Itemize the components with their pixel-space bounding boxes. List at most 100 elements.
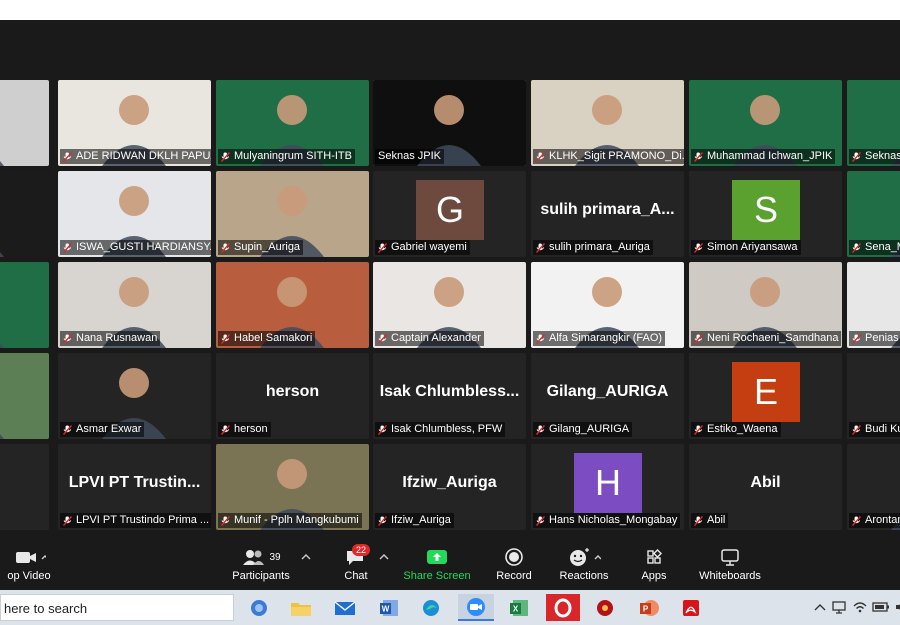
meeting-toolbar: op Video 39 Participants 22 Chat Share S… bbox=[0, 542, 900, 590]
participant-name-text: Habel Samakori bbox=[234, 332, 313, 344]
participant-name-text: Budi Ku bbox=[865, 423, 900, 435]
cortana-icon bbox=[251, 599, 267, 616]
person-silhouette-icon bbox=[0, 343, 4, 348]
participant-avatar: H bbox=[574, 453, 642, 513]
participant-tile[interactable]: Gilang_AURIGA Gilang_AURIGA bbox=[531, 353, 684, 439]
participant-tile[interactable]: KLHK_Sigit PRAMONO_Di... bbox=[531, 80, 684, 166]
chevron-up-icon bbox=[379, 554, 389, 560]
gallery-view: u ADE RIDWAN DKLH PAPUA Mulyaningrum SITH-… bbox=[0, 20, 900, 542]
participant-tile[interactable]: Seknas bbox=[847, 80, 900, 166]
participant-name-label: Alfa Simarangkir (FAO) bbox=[533, 331, 666, 346]
svg-text:P: P bbox=[643, 604, 649, 613]
participant-name-label: LPVI PT Trustindo Prima ... bbox=[60, 513, 211, 528]
envelope-icon bbox=[334, 600, 356, 615]
participant-name-text: Neni Rochaeni_Samdhana bbox=[707, 332, 839, 344]
participant-tile[interactable]: Supin_Auriga bbox=[216, 171, 369, 257]
apps-button[interactable]: Apps bbox=[634, 546, 674, 582]
participant-name-label: Neni Rochaeni_Samdhana bbox=[691, 331, 842, 346]
participant-tile[interactable]: ISWA_GUSTI HARDIANSY... bbox=[58, 171, 211, 257]
participant-tile[interactable]: sulih primara_A... sulih primara_Auriga bbox=[531, 171, 684, 257]
participant-name-text: ADE RIDWAN DKLH PAPUA bbox=[76, 150, 211, 162]
acrobat-icon[interactable] bbox=[676, 594, 706, 621]
reactions-button[interactable]: Reactions bbox=[556, 546, 612, 582]
participant-avatar: E bbox=[732, 362, 800, 422]
participant-tile[interactable]: herson herson bbox=[216, 353, 369, 439]
battery-icon[interactable] bbox=[872, 600, 890, 614]
participant-tile[interactable]: Asmar Exwar bbox=[58, 353, 211, 439]
wifi-icon[interactable] bbox=[852, 600, 868, 614]
participant-tile[interactable]: u bbox=[0, 80, 49, 166]
participant-tile[interactable] bbox=[0, 171, 49, 257]
participant-tile[interactable]: Nana Rusnawan bbox=[58, 262, 211, 348]
participant-tile[interactable] bbox=[0, 353, 49, 439]
whiteboards-button[interactable]: Whiteboards bbox=[696, 546, 764, 582]
file-explorer-icon[interactable] bbox=[286, 594, 316, 621]
participant-name-label: Budi Ku bbox=[849, 422, 900, 437]
participant-tile[interactable]: H Hans Nicholas_Mongabay bbox=[531, 444, 684, 530]
participant-name-label: Munif - Pplh Mangkubumi bbox=[218, 513, 362, 528]
chat-button[interactable]: 22 Chat bbox=[336, 544, 376, 582]
apps-icon bbox=[647, 548, 663, 564]
participant-tile[interactable]: Budi Budi Ku bbox=[847, 353, 900, 439]
game-app-icon[interactable] bbox=[590, 594, 620, 621]
participant-name-text: Munif - Pplh Mangkubumi bbox=[234, 514, 359, 526]
taskbar-chat-icon[interactable] bbox=[244, 594, 274, 621]
word-logo-icon: W bbox=[380, 599, 398, 616]
participant-tile[interactable]: Habel Samakori bbox=[216, 262, 369, 348]
chat-caret[interactable] bbox=[378, 552, 390, 564]
participant-tile[interactable]: Alfa Simarangkir (FAO) bbox=[531, 262, 684, 348]
share-screen-icon bbox=[427, 550, 447, 564]
record-label: Record bbox=[496, 570, 532, 582]
participant-tile[interactable]: Muhammad Ichwan_JPIK bbox=[689, 80, 842, 166]
participant-tile[interactable] bbox=[0, 262, 49, 348]
participant-display-name: LPVI PT Trustin... bbox=[68, 474, 201, 491]
participant-tile[interactable]: Mulyaningrum SITH-ITB bbox=[216, 80, 369, 166]
excel-icon[interactable]: X bbox=[504, 594, 534, 621]
participant-tile[interactable]: Seknas JPIK bbox=[373, 80, 526, 166]
participant-display-name: herson bbox=[265, 383, 320, 400]
share-screen-button[interactable]: Share Screen bbox=[402, 546, 472, 582]
participant-tile[interactable]: Arontan bbox=[847, 444, 900, 530]
participant-tile[interactable]: ADE RIDWAN DKLH PAPUA bbox=[58, 80, 211, 166]
chevron-up-icon[interactable] bbox=[814, 602, 826, 612]
participant-tile[interactable]: Captain Alexander bbox=[373, 262, 526, 348]
participant-tile[interactable]: LPVI PT Trustin... LPVI PT Trustindo Prim… bbox=[58, 444, 211, 530]
participant-name-label: Abil bbox=[691, 513, 729, 528]
record-button[interactable]: Record bbox=[494, 546, 534, 582]
apps-label: Apps bbox=[641, 570, 667, 582]
participant-tile[interactable]: Isak Chlumbless... Isak Chlumbless, PFW bbox=[373, 353, 526, 439]
participant-tile[interactable]: G Gabriel wayemi bbox=[373, 171, 526, 257]
participant-tile[interactable]: Penias bbox=[847, 262, 900, 348]
chat-badge: 22 bbox=[352, 544, 371, 556]
participant-tile[interactable]: Sena_M bbox=[847, 171, 900, 257]
zoom-logo-icon bbox=[467, 597, 485, 616]
participant-name-label: Ifziw_Auriga bbox=[375, 513, 454, 528]
participant-name-label: Mulyaningrum SITH-ITB bbox=[218, 149, 355, 164]
opera-icon[interactable] bbox=[546, 594, 580, 621]
word-icon[interactable]: W bbox=[374, 594, 404, 621]
mail-icon[interactable] bbox=[330, 594, 360, 621]
participant-name-text: Isak Chlumbless, PFW bbox=[391, 423, 503, 435]
participant-tile[interactable]: S Simon Ariyansawa bbox=[689, 171, 842, 257]
participant-tile[interactable]: Neni Rochaeni_Samdhana bbox=[689, 262, 842, 348]
zoom-app-icon[interactable] bbox=[458, 594, 494, 621]
participant-tile[interactable]: bel bbox=[0, 444, 49, 530]
participant-tile[interactable]: E Estiko_Waena bbox=[689, 353, 842, 439]
participant-tile[interactable]: Abil Abil bbox=[689, 444, 842, 530]
stop-video-button[interactable]: op Video bbox=[0, 546, 58, 582]
speaker-icon[interactable] bbox=[894, 600, 900, 614]
participant-video bbox=[0, 262, 49, 348]
system-tray bbox=[814, 598, 900, 616]
participant-tile[interactable]: Ifziw_Auriga Ifziw_Auriga bbox=[373, 444, 526, 530]
participant-name-text: Alfa Simarangkir (FAO) bbox=[549, 332, 663, 344]
network-icon[interactable] bbox=[832, 600, 848, 614]
participant-tile[interactable]: Munif - Pplh Mangkubumi bbox=[216, 444, 369, 530]
edge-icon[interactable] bbox=[416, 594, 446, 621]
powerpoint-icon[interactable]: P bbox=[634, 594, 664, 621]
participant-display-name: bel bbox=[0, 474, 45, 492]
taskbar-search-box[interactable]: here to search bbox=[0, 594, 234, 621]
participant-name-label: Gabriel wayemi bbox=[375, 240, 470, 255]
svg-text:W: W bbox=[382, 604, 390, 613]
participants-caret[interactable] bbox=[300, 552, 312, 564]
participants-button[interactable]: 39 Participants bbox=[226, 546, 296, 582]
